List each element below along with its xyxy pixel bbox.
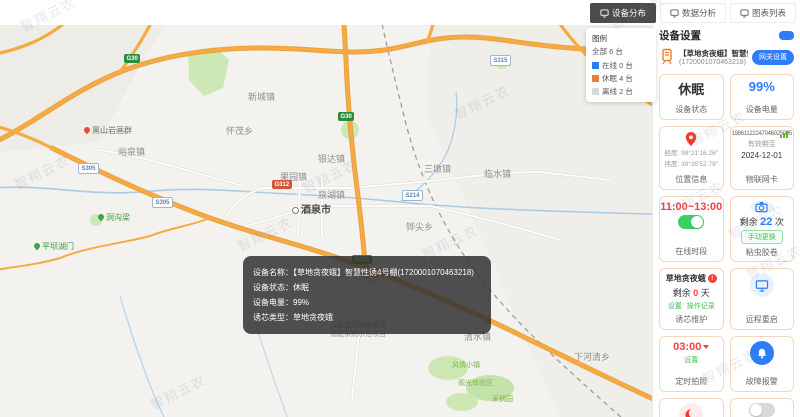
engineering-mode-toggle[interactable] bbox=[748, 403, 775, 417]
road-shield: S315 bbox=[490, 55, 512, 66]
card-sticky-film: 剩余 22 次 手动更换 粘虫胶卷 bbox=[729, 196, 794, 262]
photo-settings-link[interactable]: 设置 bbox=[684, 355, 698, 365]
road-shield: G312 bbox=[272, 180, 292, 189]
map-label-poi-red: 黑山岩画群 bbox=[84, 125, 132, 136]
legend-total: 全部 6 台 bbox=[592, 47, 623, 56]
road-shield: S214 bbox=[402, 190, 424, 201]
device-name: 【草地贪夜蛾】智慧性诱4号棚 (1720001070463218) bbox=[679, 49, 748, 66]
card-fault-alarm[interactable]: 故障报警 bbox=[729, 336, 794, 392]
device-status-value: 休眠 bbox=[678, 82, 705, 97]
tooltip-device-status: 设备状态：休眠 bbox=[253, 283, 309, 292]
card-scheduled-photo: 03:00 设置 定时拍照 bbox=[659, 336, 724, 392]
card-engineering-mode: 工程模式 bbox=[729, 398, 794, 417]
map-label-town: 泉湖镇 bbox=[318, 190, 346, 200]
chevron-down-icon[interactable] bbox=[703, 345, 710, 350]
remote-reboot-icon bbox=[749, 273, 774, 297]
tooltip-device-name: 设备名称：【草地贪夜蛾】智慧性诱4号棚(1720001070463218) bbox=[253, 268, 474, 277]
road-shield: S305 bbox=[78, 163, 100, 174]
top-bar: 设备分布 数据分析 图表列表 bbox=[0, 0, 800, 25]
map-label-green-label: 采摘园 bbox=[492, 396, 513, 403]
map-canvas[interactable]: 新城镇 怀茂乡 峪泉镇 银达镇 果园镇 泉湖镇 三墩镇 临水镇 铧尖乡 清水镇 下河清乡 酒泉市 黑山岩… bbox=[0, 25, 652, 417]
battery-value: 99% bbox=[748, 79, 775, 94]
card-device-status: 休眠 设备状态 bbox=[659, 74, 724, 120]
location-pin-icon bbox=[686, 132, 697, 146]
manual-replace-button[interactable]: 手动更换 bbox=[740, 229, 783, 244]
view-tabs: 设备分布 数据分析 图表列表 bbox=[589, 3, 796, 23]
film-remaining-count: 22 bbox=[760, 215, 773, 228]
online-period-value: 11:00~13:00 bbox=[660, 201, 723, 213]
card-location[interactable]: 经度: 98°21'16.26" 纬度: 39°35'52.79" 位置信息 bbox=[659, 126, 724, 190]
card-online-period: 11:00~13:00 在线时段 bbox=[659, 196, 724, 262]
card-long-sleep[interactable]: 长休眠 bbox=[659, 398, 724, 417]
map-label-town: 下河清乡 bbox=[574, 352, 611, 362]
sim-valid-date: 2024-12-01 bbox=[741, 151, 783, 160]
road-shield: S305 bbox=[152, 197, 174, 208]
road-shield: G30 bbox=[124, 54, 141, 63]
panel-title: 设备设置 bbox=[659, 29, 701, 42]
map-label-town: 三墩镇 bbox=[424, 164, 452, 174]
map-label-green-label: 风情小镇 bbox=[452, 362, 480, 369]
tab-device-distribution[interactable]: 设备分布 bbox=[589, 3, 656, 23]
map-label-town: 峪泉镇 bbox=[118, 147, 146, 157]
map-legend: 图例 全部 6 台 在线 0 台 休眠 4 台 离线 2 台 bbox=[586, 28, 656, 102]
device-monitor-app: { "watermark_text": "智翔云农", "tabs": [ {"… bbox=[0, 0, 800, 417]
device-tooltip: 设备名称：【草地贪夜蛾】智慧性诱4号棚(1720001070463218) 设备… bbox=[243, 256, 491, 334]
map-label-green-label: 观光体验区 bbox=[458, 380, 493, 387]
alarm-bell-icon bbox=[749, 341, 774, 365]
settings-cards-grid: 休眠 设备状态 99% 设备电量 经度: 98°21'16.26" 纬度: 39… bbox=[659, 74, 794, 417]
lure-remaining-days: 0 bbox=[693, 288, 699, 298]
map-label-poi-green: 洞沟梁 bbox=[98, 212, 130, 223]
data-analysis-icon bbox=[670, 8, 679, 17]
map-label-poi-green: 平坝湖门 bbox=[34, 241, 74, 252]
operation-log-link[interactable]: 操作记录 bbox=[687, 301, 715, 311]
tab-chart-list[interactable]: 图表列表 bbox=[729, 3, 796, 23]
map-label-town: 银达镇 bbox=[318, 154, 346, 164]
online-color-swatch bbox=[592, 62, 599, 69]
legend-title: 图例 bbox=[592, 34, 607, 43]
sleep-color-swatch bbox=[592, 75, 599, 82]
map-label-town: 新城镇 bbox=[248, 92, 276, 102]
legend-item-online: 在线 0 台 bbox=[592, 60, 650, 71]
device-distribution-icon bbox=[600, 8, 609, 17]
panel-header: 设备设置 bbox=[659, 28, 794, 42]
card-device-battery: 99% 设备电量 bbox=[729, 74, 794, 120]
gateway-settings-button[interactable]: 网关设置 bbox=[752, 49, 794, 65]
legend-item-sleep: 休眠 4 台 bbox=[592, 73, 650, 84]
map-label-city: 酒泉市 bbox=[292, 201, 331, 216]
offline-color-swatch bbox=[592, 88, 599, 95]
tooltip-device-battery: 设备电量：99% bbox=[253, 298, 310, 307]
signal-icon bbox=[780, 131, 788, 138]
longitude-value: 经度: 98°21'16.26" bbox=[664, 150, 719, 157]
trap-device-icon bbox=[662, 48, 672, 65]
online-period-toggle[interactable] bbox=[678, 215, 705, 229]
latitude-value: 纬度: 39°35'52.79" bbox=[664, 161, 719, 168]
tooltip-lure-type: 诱芯类型：草地贪夜蛾 bbox=[253, 313, 333, 322]
device-row[interactable]: 【草地贪夜蛾】智慧性诱4号棚 (1720001070463218) 网关设置 bbox=[659, 44, 794, 70]
map-label-town: 铧尖乡 bbox=[406, 222, 434, 232]
alert-badge: ! bbox=[707, 274, 717, 283]
map-label-town: 怀茂乡 bbox=[226, 126, 254, 136]
lure-pest-name: 草地贪夜蛾 bbox=[665, 274, 706, 283]
device-id: (1720001070463218) bbox=[679, 59, 746, 66]
panel-collapse-badge[interactable] bbox=[779, 30, 794, 40]
photo-time-value: 03:00 bbox=[673, 341, 702, 353]
film-icon bbox=[749, 200, 774, 213]
card-lure-maintenance: 草地贪夜蛾! 剩余 0 天 设置 操作记录 诱芯维护 bbox=[659, 268, 724, 330]
moon-icon bbox=[679, 403, 704, 417]
map-label-town: 临水镇 bbox=[484, 169, 512, 179]
tab-data-analysis[interactable]: 数据分析 bbox=[659, 3, 726, 23]
card-remote-reboot[interactable]: 远程重启 bbox=[729, 268, 794, 330]
chart-list-icon bbox=[740, 8, 749, 17]
device-settings-panel: 设备设置 【草地贪夜蛾】智慧性诱4号棚 (1720001070463218) 网… bbox=[652, 25, 800, 417]
lure-settings-link[interactable]: 设置 bbox=[668, 301, 682, 311]
road-shield: G30 bbox=[338, 112, 355, 121]
legend-item-offline: 离线 2 台 bbox=[592, 86, 650, 97]
card-sim[interactable]: 19861122247046025095 有效期至 2024-12-01 物联网… bbox=[729, 126, 794, 190]
